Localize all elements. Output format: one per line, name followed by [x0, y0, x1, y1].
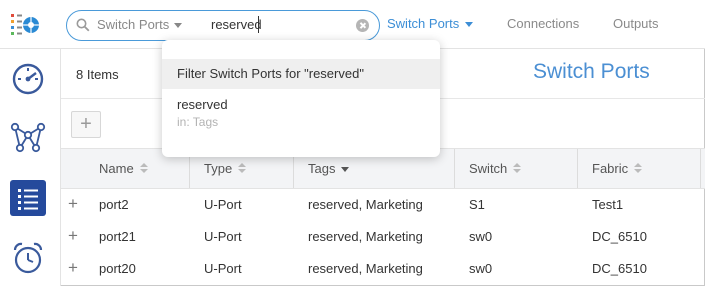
alarm-clock-icon[interactable] [10, 240, 46, 276]
table-row[interactable]: + port20 U-Port reserved, Marketing sw0 … [61, 253, 705, 285]
cell-type: U-Port [204, 229, 242, 244]
column-label: Type [204, 161, 233, 176]
sort-icon [634, 163, 643, 174]
cell-name: port21 [99, 229, 136, 244]
expand-row-icon[interactable]: + [68, 189, 78, 221]
column-label: Switch [469, 161, 508, 176]
filter-suggestion-item[interactable]: Filter Switch Ports for "reserved" [162, 59, 440, 89]
chevron-down-icon[interactable] [174, 23, 182, 28]
list-icon [18, 189, 38, 210]
search-box[interactable]: Switch Ports reserved [66, 10, 380, 41]
cell-switch: S1 [469, 197, 485, 212]
sort-icon [139, 163, 148, 174]
nav-switch-ports[interactable]: Switch Ports [387, 16, 459, 31]
sidebar [0, 49, 61, 286]
column-header-name[interactable]: Name [99, 149, 148, 188]
cell-tags: reserved, Marketing [308, 197, 423, 212]
table-row[interactable]: + port2 U-Port reserved, Marketing S1 Te… [61, 189, 705, 221]
sort-icon [238, 163, 247, 174]
search-scope-select[interactable]: Switch Ports [97, 17, 169, 32]
column-separator[interactable] [700, 149, 701, 188]
cell-name: port20 [99, 261, 136, 276]
expand-row-icon[interactable]: + [68, 253, 78, 285]
tag-suggestion-item[interactable]: reserved [177, 97, 228, 112]
search-input[interactable]: reserved [211, 17, 262, 32]
cell-tags: reserved, Marketing [308, 229, 423, 244]
nav-connections[interactable]: Connections [507, 16, 579, 31]
nav-outputs[interactable]: Outputs [613, 16, 659, 31]
cell-tags: reserved, Marketing [308, 261, 423, 276]
column-separator[interactable] [577, 149, 578, 188]
table-row[interactable]: + port21 U-Port reserved, Marketing sw0 … [61, 221, 705, 253]
column-label: Fabric [592, 161, 629, 176]
text-cursor [258, 16, 259, 33]
cell-type: U-Port [204, 197, 242, 212]
topology-graph-icon[interactable] [10, 119, 46, 155]
column-label: Name [99, 161, 134, 176]
list-view-button[interactable] [10, 180, 46, 216]
column-separator[interactable] [454, 149, 455, 188]
app-logo-icon[interactable] [9, 9, 41, 41]
expand-row-icon[interactable]: + [68, 221, 78, 253]
dashboard-gauge-icon[interactable] [10, 61, 46, 97]
cell-type: U-Port [204, 261, 242, 276]
sort-icon [513, 163, 522, 174]
column-header-switch[interactable]: Switch [469, 149, 522, 188]
cell-fabric: Test1 [592, 197, 624, 212]
cell-fabric: DC_6510 [592, 261, 647, 276]
item-count: 8 Items [76, 67, 119, 82]
cell-switch: sw0 [469, 261, 493, 276]
sort-descending-icon [341, 167, 350, 172]
page-title: Switch Ports [533, 60, 650, 83]
search-icon [76, 18, 90, 32]
column-header-fabric[interactable]: Fabric [592, 149, 643, 188]
cell-switch: sw0 [469, 229, 493, 244]
cell-fabric: DC_6510 [592, 229, 647, 244]
search-suggestion-dropdown: Filter Switch Ports for "reserved" reser… [162, 40, 440, 157]
clear-search-icon[interactable] [356, 19, 369, 32]
column-label: Tags [308, 161, 336, 176]
nav-chevron-down-icon[interactable] [465, 22, 473, 27]
cell-name: port2 [99, 197, 129, 212]
add-button[interactable]: + [71, 111, 101, 138]
tag-suggestion-context: in: Tags [177, 115, 219, 129]
